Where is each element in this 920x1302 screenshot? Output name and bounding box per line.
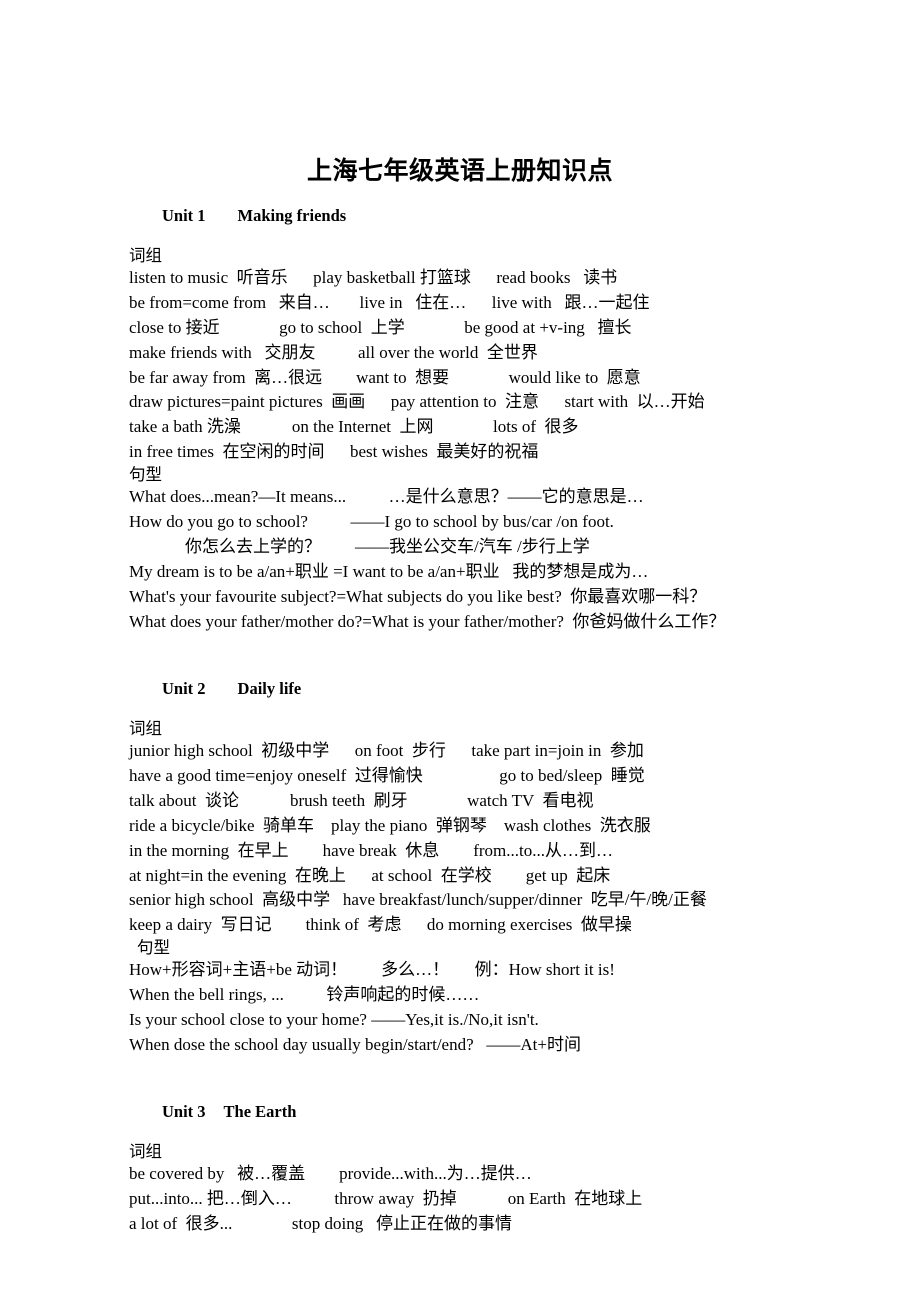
unit-heading-2: Unit 2 Daily life <box>129 659 830 719</box>
unit-heading-1: Unit 1 Making friends <box>129 186 830 246</box>
document-page: 上海七年级英语上册知识点 Unit 1 Making friends 词组 lis… <box>0 0 920 1302</box>
unit-number-2: Unit 2 <box>162 678 206 698</box>
phrase-line: talk about 谈论 brush teeth 刷牙 watch TV 看电… <box>129 790 594 810</box>
pattern-line: My dream is to be a/an+职业 =I want to be … <box>129 561 649 581</box>
unit-number-1: Unit 1 <box>162 205 206 225</box>
phrase-line: be far away from 离…很远 want to 想要 would l… <box>129 367 641 387</box>
phrase-line: draw pictures=paint pictures 画画 pay atte… <box>129 392 705 412</box>
phrase-line: in the morning 在早上 have break 休息 from...… <box>129 840 613 860</box>
unit-heading-3: Unit 3 The Earth <box>129 1082 830 1142</box>
pattern-line: What does...mean?—It means... …是什么意思？——它… <box>129 487 644 507</box>
pattern-line: When dose the school day usually begin/s… <box>129 1035 581 1055</box>
phrase-line: close to 接近 go to school 上学 be good at +… <box>129 317 632 337</box>
phrases-label-3: 词组 <box>129 1142 162 1162</box>
pattern-line: What does your father/mother do?=What is… <box>129 611 726 631</box>
unit-section-2: Unit 2 Daily life 词组 junior high school 初… <box>129 659 830 1058</box>
unit-section-3: Unit 3 The Earth 词组 be covered by 被…覆盖 pr… <box>129 1082 830 1237</box>
phrase-line: ride a bicycle/bike 骑单车 play the piano 弹… <box>129 815 651 835</box>
phrase-line: be from=come from 来自… live in 住在… live w… <box>129 292 650 312</box>
phrase-line: put...into... 把…倒入… throw away 扔掉 on Ear… <box>129 1189 643 1209</box>
pattern-line: 你怎么去上学的？ ——我坐公交车/汽车 /步行上学 <box>185 537 590 557</box>
pattern-line: How+形容词+主语+be 动词！ 多么…！ 例：How short it is… <box>129 960 615 980</box>
phrase-line: be covered by 被…覆盖 provide...with...为…提供… <box>129 1164 532 1184</box>
pattern-line: What's your favourite subject?=What subj… <box>129 586 707 606</box>
phrase-line: keep a dairy 写日记 think of 考虑 do morning … <box>129 915 632 935</box>
phrase-line: in free times 在空闲的时间 best wishes 最美好的祝福 <box>129 442 539 462</box>
phrase-line: a lot of 很多... stop doing 停止正在做的事情 <box>129 1214 512 1234</box>
phrase-line: listen to music 听音乐 play basketball 打篮球 … <box>129 268 618 287</box>
patterns-label-2: 句型 <box>137 938 170 958</box>
patterns-label-1: 句型 <box>129 465 162 485</box>
pattern-line: How do you go to school? ——I go to schoo… <box>129 512 614 532</box>
phrase-line: senior high school 高级中学 have breakfast/l… <box>129 890 707 910</box>
pattern-line: Is your school close to your home? ——Yes… <box>129 1010 539 1030</box>
unit-number-3: Unit 3 <box>162 1102 206 1122</box>
phrase-line: at night=in the evening 在晚上 at school 在学… <box>129 865 611 885</box>
unit-name-1: Making friends <box>237 205 347 225</box>
phrase-line: junior high school 初级中学 on foot 步行 take … <box>129 741 644 761</box>
phrase-line: make friends with 交朋友 all over the world… <box>129 342 538 362</box>
document-body: Unit 1 Making friends 词组 listen to music … <box>129 186 830 1238</box>
unit-name-3: The Earth <box>223 1102 297 1122</box>
phrase-line: take a bath 洗澡 on the Internet 上网 lots o… <box>129 417 579 437</box>
unit-section-1: Unit 1 Making friends 词组 listen to music … <box>129 186 830 635</box>
phrases-label-2: 词组 <box>129 718 162 738</box>
page-title: 上海七年级英语上册知识点 <box>306 158 613 185</box>
unit-name-2: Daily life <box>237 678 302 698</box>
phrases-label-1: 词组 <box>129 245 162 265</box>
pattern-line: When the bell rings, ... 铃声响起的时候…… <box>129 985 480 1005</box>
phrase-line: have a good time=enjoy oneself 过得愉快 go t… <box>129 765 645 785</box>
